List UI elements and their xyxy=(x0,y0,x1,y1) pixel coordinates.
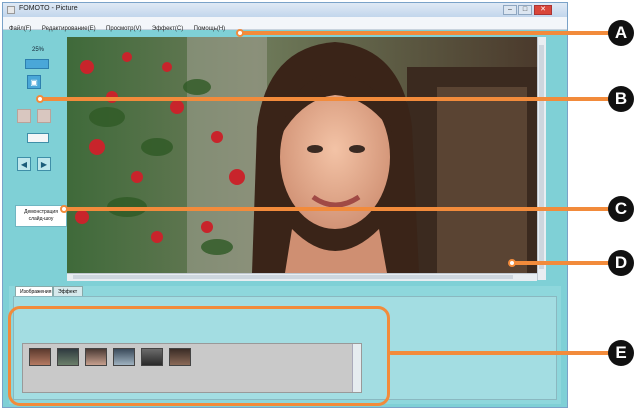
callout-line-a xyxy=(240,31,610,35)
rotate-left-button[interactable] xyxy=(17,109,31,123)
callout-badge-a: A xyxy=(608,20,634,46)
callout-badge-e: E xyxy=(608,340,634,366)
main-photo-view[interactable] xyxy=(67,37,537,273)
callout-box-e xyxy=(8,306,390,406)
callout-dot-a xyxy=(236,29,244,37)
next-icon: ▶ xyxy=(40,160,48,169)
menu-bar: Файл(F) Редактирование(E) Просмотр(V) Эф… xyxy=(3,17,567,32)
zoom-level: 25% xyxy=(31,47,44,53)
callout-line-e xyxy=(389,351,610,355)
previous-button[interactable]: ◀ xyxy=(17,157,31,171)
fit-window-icon: ▣ xyxy=(30,78,38,87)
callout-badge-c: C xyxy=(608,196,634,222)
maximize-button[interactable]: □ xyxy=(518,5,532,15)
portrait-photo xyxy=(67,37,537,273)
menu-edit[interactable]: Редактирование(E) xyxy=(42,23,96,35)
callout-dot-c xyxy=(60,205,68,213)
vertical-scrollbar[interactable] xyxy=(537,37,546,280)
rotate-right-button[interactable] xyxy=(37,109,51,123)
callout-dot-d xyxy=(508,259,516,267)
horizontal-scrollbar[interactable] xyxy=(67,273,537,281)
title-bar: FOMOTO - Picture – □ ✕ xyxy=(3,3,567,18)
previous-icon: ◀ xyxy=(20,160,28,169)
callout-line-c xyxy=(64,207,610,211)
callout-line-d xyxy=(512,261,610,265)
menu-effect[interactable]: Эффект(C) xyxy=(152,23,183,35)
minimize-button[interactable]: – xyxy=(503,5,517,15)
vertical-scroll-thumb[interactable] xyxy=(539,45,544,269)
tab-images[interactable]: Изображения xyxy=(15,286,53,296)
close-button[interactable]: ✕ xyxy=(534,5,552,15)
app-icon xyxy=(7,6,15,14)
tab-effect[interactable]: Эффект xyxy=(53,286,83,296)
callout-badge-b: B xyxy=(608,86,634,112)
tool-panel: 25% ▣ ◀ ▶ Демонстрация слайд-шоу xyxy=(9,35,67,271)
zoom-bar[interactable] xyxy=(25,59,49,69)
menu-help[interactable]: Помощь(H) xyxy=(194,23,226,35)
callout-dot-b xyxy=(36,95,44,103)
window-title: FOMOTO - Picture xyxy=(19,5,78,12)
callout-line-b xyxy=(40,97,610,101)
next-button[interactable]: ▶ xyxy=(37,157,51,171)
actual-size-button[interactable] xyxy=(27,133,49,143)
menu-file[interactable]: Файл(F) xyxy=(9,23,31,35)
callout-badge-d: D xyxy=(608,250,634,276)
fit-window-button[interactable]: ▣ xyxy=(27,75,41,89)
horizontal-scroll-thumb[interactable] xyxy=(73,275,513,279)
menu-view[interactable]: Просмотр(V) xyxy=(106,23,141,35)
